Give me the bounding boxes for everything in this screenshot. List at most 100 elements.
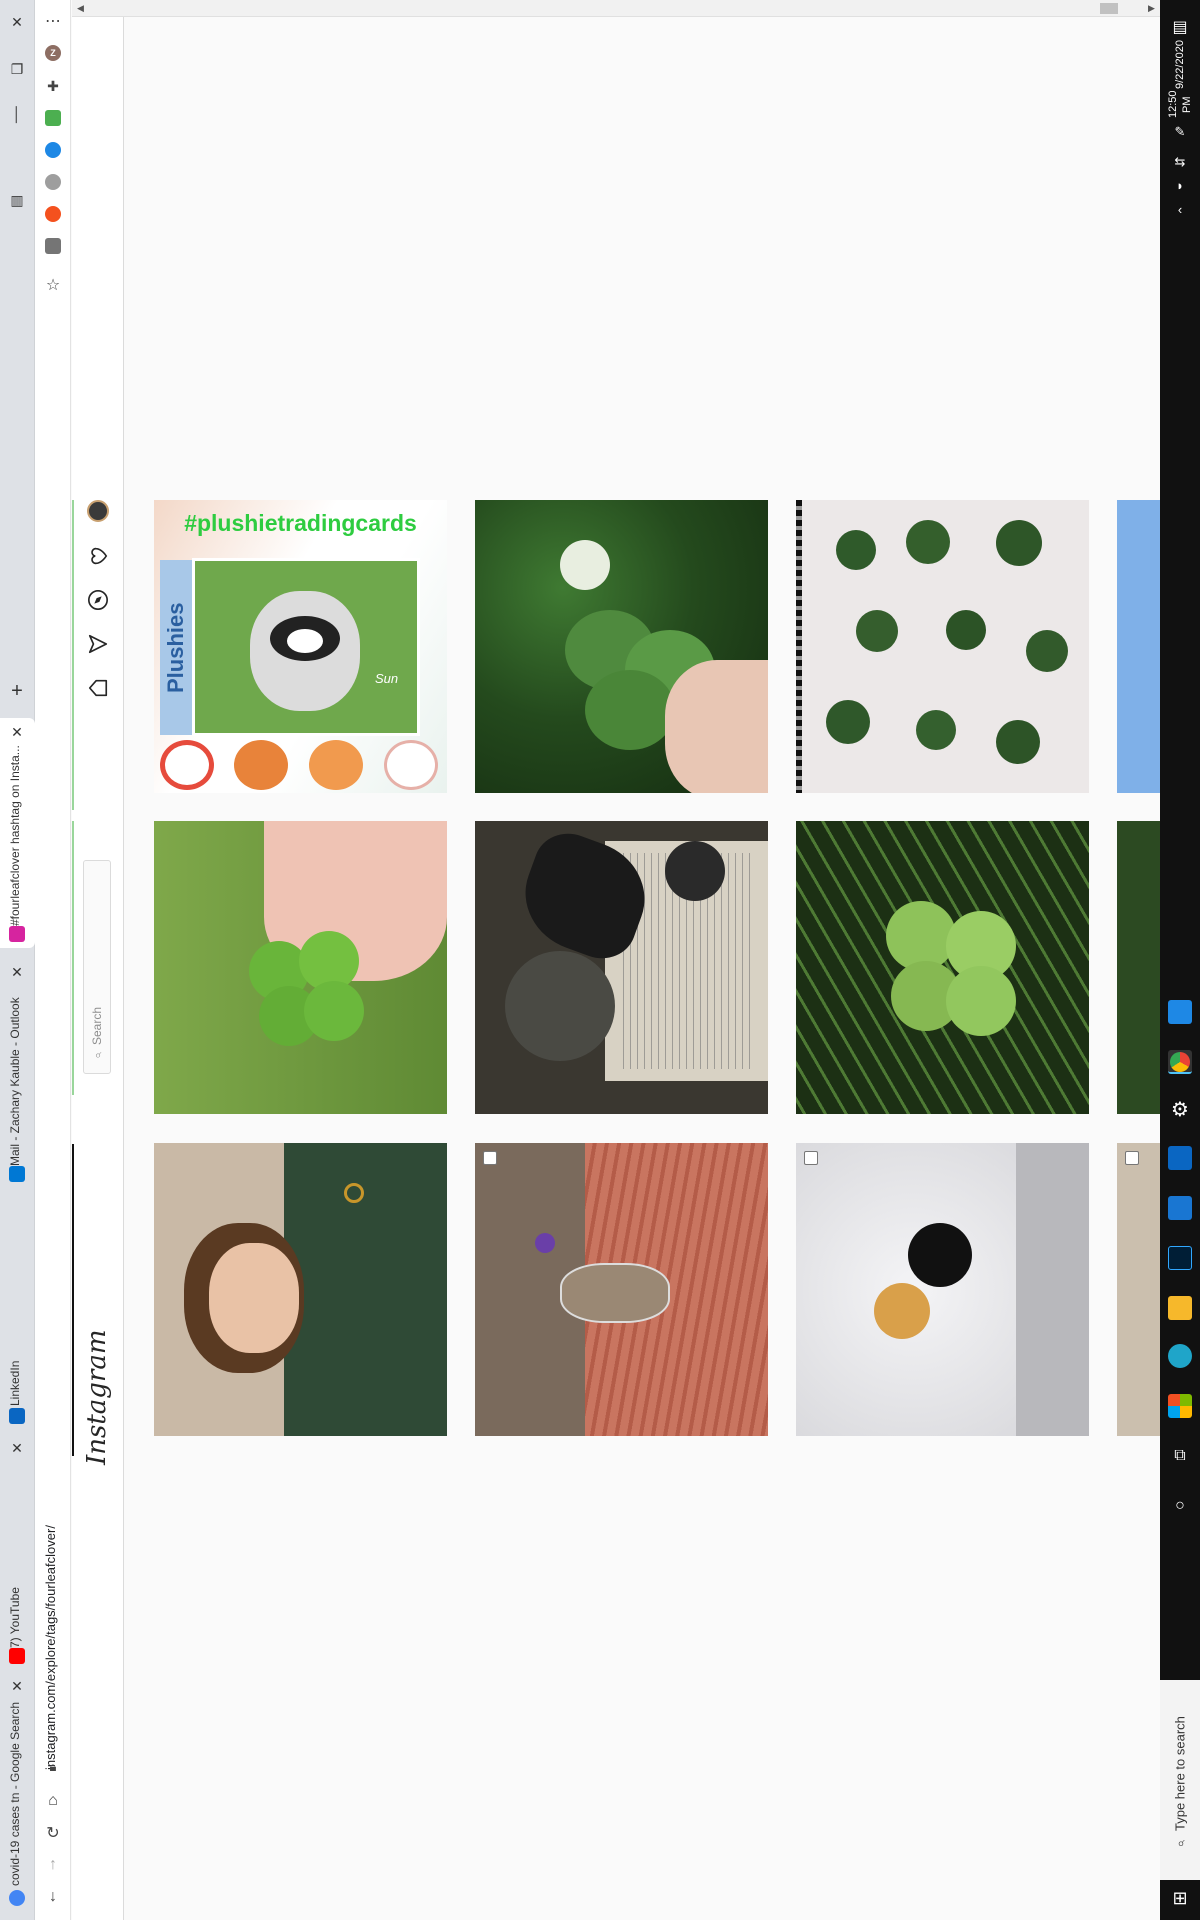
forward-arrow-icon[interactable]: ↑: [42, 1854, 64, 1876]
post-thumbnail[interactable]: [475, 821, 768, 1114]
extension-orange-icon[interactable]: [45, 206, 61, 222]
youtube-favicon-icon: [9, 1648, 25, 1664]
taskbar-vscode-icon[interactable]: [1168, 1196, 1192, 1220]
pendant-stone: [560, 1263, 670, 1323]
pen-icon[interactable]: ✎: [1168, 120, 1192, 144]
tab-close-icon[interactable]: ✕: [9, 1678, 25, 1694]
browser-tab-strip: ✕ ❐ │ ▥ ✕ #fourleafclover hashtag on Ins…: [0, 0, 35, 1920]
new-tab-icon[interactable]: +: [6, 680, 28, 702]
address-bar-url[interactable]: instagram.com/explore/tags/fourleafclove…: [43, 1470, 63, 1770]
post-thumbnail[interactable]: [154, 1143, 447, 1436]
google-favicon-icon: [9, 1890, 25, 1906]
home-icon[interactable]: ⌂: [42, 1790, 64, 1812]
tab-youtube[interactable]: (7) YouTube: [0, 1460, 35, 1670]
extension-g-icon[interactable]: [45, 238, 61, 254]
post-thumbnail[interactable]: [1117, 500, 1160, 793]
taskbar-settings-gear-icon[interactable]: ⚙: [1168, 1098, 1192, 1122]
taskbar-photoshop-icon[interactable]: [1168, 1246, 1192, 1270]
post-thumbnail[interactable]: [796, 1143, 1089, 1436]
post-thumbnail[interactable]: [154, 821, 447, 1114]
tab-search-icon[interactable]: ▥: [3, 186, 31, 214]
notification-center-icon[interactable]: ▤: [1168, 16, 1192, 40]
taskbar-file-explorer-icon[interactable]: [1168, 1296, 1192, 1320]
browser-menu-icon[interactable]: ⋯: [42, 10, 64, 32]
taskbar-outlook-icon[interactable]: [1168, 1146, 1192, 1170]
windows-start-icon[interactable]: ⊞: [1168, 1886, 1192, 1910]
taskbar-microsoft-store-icon[interactable]: [1168, 1394, 1192, 1418]
post-select-checkbox[interactable]: [483, 1151, 497, 1165]
horizontal-scrollbar[interactable]: ◀ ▶: [72, 0, 1160, 17]
explore-grid: #plushietradingcards Plushies Sun: [124, 17, 1160, 1920]
reload-icon[interactable]: ↻: [42, 1822, 64, 1844]
post-overlay-name: Sun: [375, 671, 399, 686]
activity-heart-icon[interactable]: [86, 544, 110, 568]
nav-divider-dark: [72, 1144, 74, 1456]
glove-icon: [234, 740, 288, 790]
back-arrow-icon[interactable]: ↓: [42, 1886, 64, 1908]
tab-label: LinkedIn: [8, 1360, 22, 1406]
tab-linkedin[interactable]: LinkedIn: [0, 1200, 35, 1430]
pressed-fern: [505, 951, 615, 1061]
profile-avatar[interactable]: Z: [45, 45, 61, 61]
linkedin-favicon-icon: [9, 1408, 25, 1424]
post-thumbnail[interactable]: [475, 500, 768, 793]
tab-outlook[interactable]: ✕ Mail - Zachary Kauble - Outlook: [0, 958, 35, 1188]
scrollbar-thumb[interactable]: [1100, 3, 1118, 14]
taskbar-app-blue-icon[interactable]: [1168, 1000, 1192, 1024]
tab-instagram[interactable]: ✕ #fourleafclover hashtag on Insta...: [0, 718, 35, 948]
post-thumbnail[interactable]: [796, 500, 1089, 793]
bookmark-star-icon[interactable]: ☆: [42, 274, 64, 296]
bats-icon: [309, 740, 363, 790]
tab-close-icon[interactable]: ✕: [9, 1440, 25, 1456]
taskbar-search-box[interactable]: ⌕ Type here to search: [1160, 1680, 1200, 1880]
window-close-icon[interactable]: ✕: [3, 8, 31, 36]
lock-icon: 🔒︎: [49, 1759, 57, 1774]
search-input[interactable]: ⌕ Search: [83, 860, 111, 1074]
system-clock[interactable]: 12:50 PM 9/22/2020: [1164, 40, 1196, 120]
network-icon[interactable]: ⇆: [1168, 150, 1192, 174]
instagram-logo[interactable]: Instagram: [82, 1329, 112, 1465]
home-icon[interactable]: [86, 676, 110, 700]
post-thumbnail[interactable]: [1117, 1143, 1160, 1436]
taskbar-chrome-icon[interactable]: [1168, 1050, 1192, 1074]
extension-grey-icon[interactable]: [45, 174, 61, 190]
tab-label: covid-19 cases tn - Google Search: [8, 1702, 22, 1886]
screen: ✕ ❐ │ ▥ ✕ #fourleafclover hashtag on Ins…: [0, 0, 1200, 1920]
post-thumbnail[interactable]: #plushietradingcards Plushies Sun: [154, 500, 447, 793]
scroll-left-icon[interactable]: ◀: [72, 0, 89, 17]
post-select-checkbox[interactable]: [804, 1151, 818, 1165]
taskbar-edge-icon[interactable]: [1168, 1344, 1192, 1368]
purple-bead: [535, 1233, 555, 1253]
browser-toolbar: ⋯ Z ✚ ☆ instagram.com/explore/tags/fourl…: [35, 0, 71, 1920]
tab-close-icon[interactable]: ✕: [9, 964, 25, 980]
instagram-nav-bar: ⌕ Search Instagram: [72, 17, 124, 1920]
post-select-checkbox[interactable]: [1125, 1151, 1139, 1165]
tab-label: #fourleafclover hashtag on Insta...: [8, 746, 22, 926]
window-restore-icon[interactable]: ❐: [3, 55, 31, 83]
tab-close-icon[interactable]: ✕: [9, 724, 25, 740]
direct-send-icon[interactable]: [86, 632, 110, 656]
scroll-right-icon[interactable]: ▶: [1143, 0, 1160, 17]
cortana-icon[interactable]: ○: [1168, 1494, 1192, 1518]
profile-avatar[interactable]: [86, 499, 110, 523]
extension-chart-icon[interactable]: [45, 110, 61, 126]
post-overlay-side: Plushies: [160, 560, 192, 735]
extension-blue-icon[interactable]: [45, 142, 61, 158]
earring-black: [908, 1223, 972, 1287]
volume-icon[interactable]: ◗: [1168, 174, 1192, 198]
show-hidden-icons-icon[interactable]: ‹: [1168, 198, 1192, 222]
task-view-icon[interactable]: ⧉: [1168, 1444, 1192, 1468]
window-minimize-icon[interactable]: │: [3, 100, 31, 128]
post-thumbnail[interactable]: [475, 1143, 768, 1436]
search-icon: ⌕: [90, 1049, 104, 1061]
baseball-icon: [160, 740, 214, 790]
plushie-photo: Sun: [192, 558, 420, 736]
post-thumbnail[interactable]: [1117, 821, 1160, 1114]
extensions-puzzle-icon[interactable]: ✚: [42, 75, 64, 97]
tab-label: Mail - Zachary Kauble - Outlook: [8, 997, 22, 1166]
post-thumbnail[interactable]: [796, 821, 1089, 1114]
explore-compass-icon[interactable]: [86, 588, 110, 612]
clock-time: 12:50 PM: [1167, 90, 1193, 119]
tab-google[interactable]: covid-19 cases tn - Google Search: [0, 1698, 35, 1908]
baseball-icon: [384, 740, 438, 790]
